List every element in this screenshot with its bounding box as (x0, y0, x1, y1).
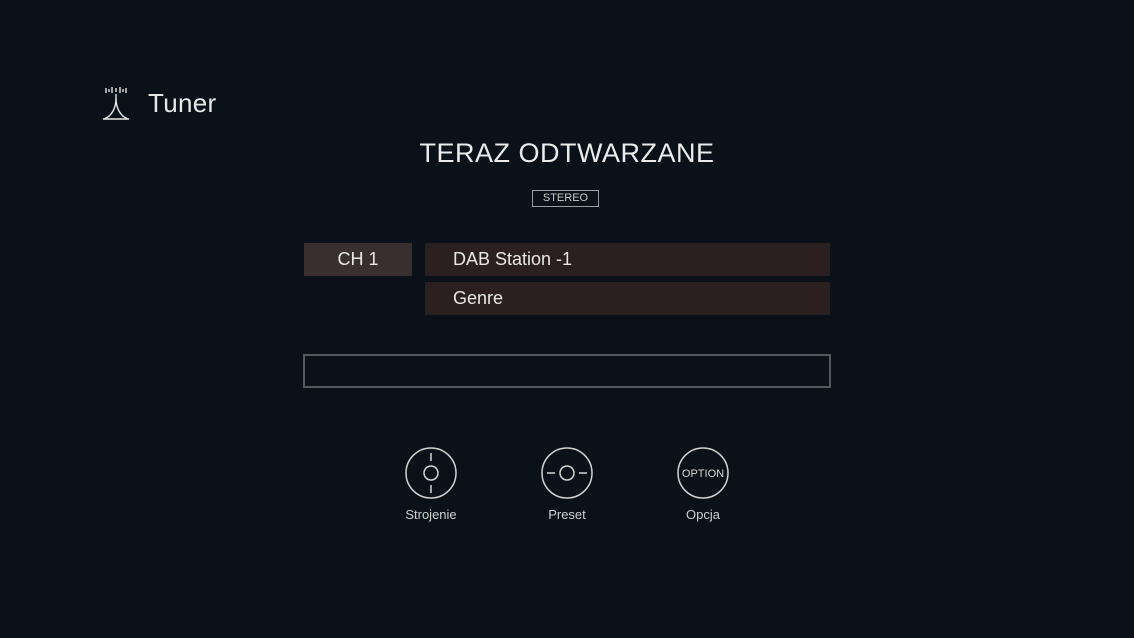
option-button-icon: OPTION (677, 447, 729, 499)
preset-dial-icon (541, 447, 593, 499)
stereo-badge: STEREO (532, 190, 599, 207)
radio-text-box (303, 354, 831, 388)
app-header: Tuner (100, 84, 216, 122)
option-label: Opcja (686, 507, 720, 522)
tuning-label: Strojenie (405, 507, 457, 522)
app-title: Tuner (148, 87, 217, 118)
svg-text:OPTION: OPTION (682, 468, 724, 480)
preset-control[interactable]: Preset (517, 446, 617, 522)
station-genre: Genre (425, 282, 830, 315)
channel-label: CH 1 (304, 243, 412, 276)
tuning-control[interactable]: Strojenie (381, 446, 481, 522)
tuning-dial-icon (405, 447, 457, 499)
antenna-icon (103, 87, 129, 120)
station-name: DAB Station -1 (425, 243, 830, 276)
preset-label: Preset (548, 507, 586, 522)
now-playing-title: TERAZ ODTWARZANE (419, 138, 715, 168)
option-control[interactable]: OPTION Opcja (653, 446, 753, 522)
